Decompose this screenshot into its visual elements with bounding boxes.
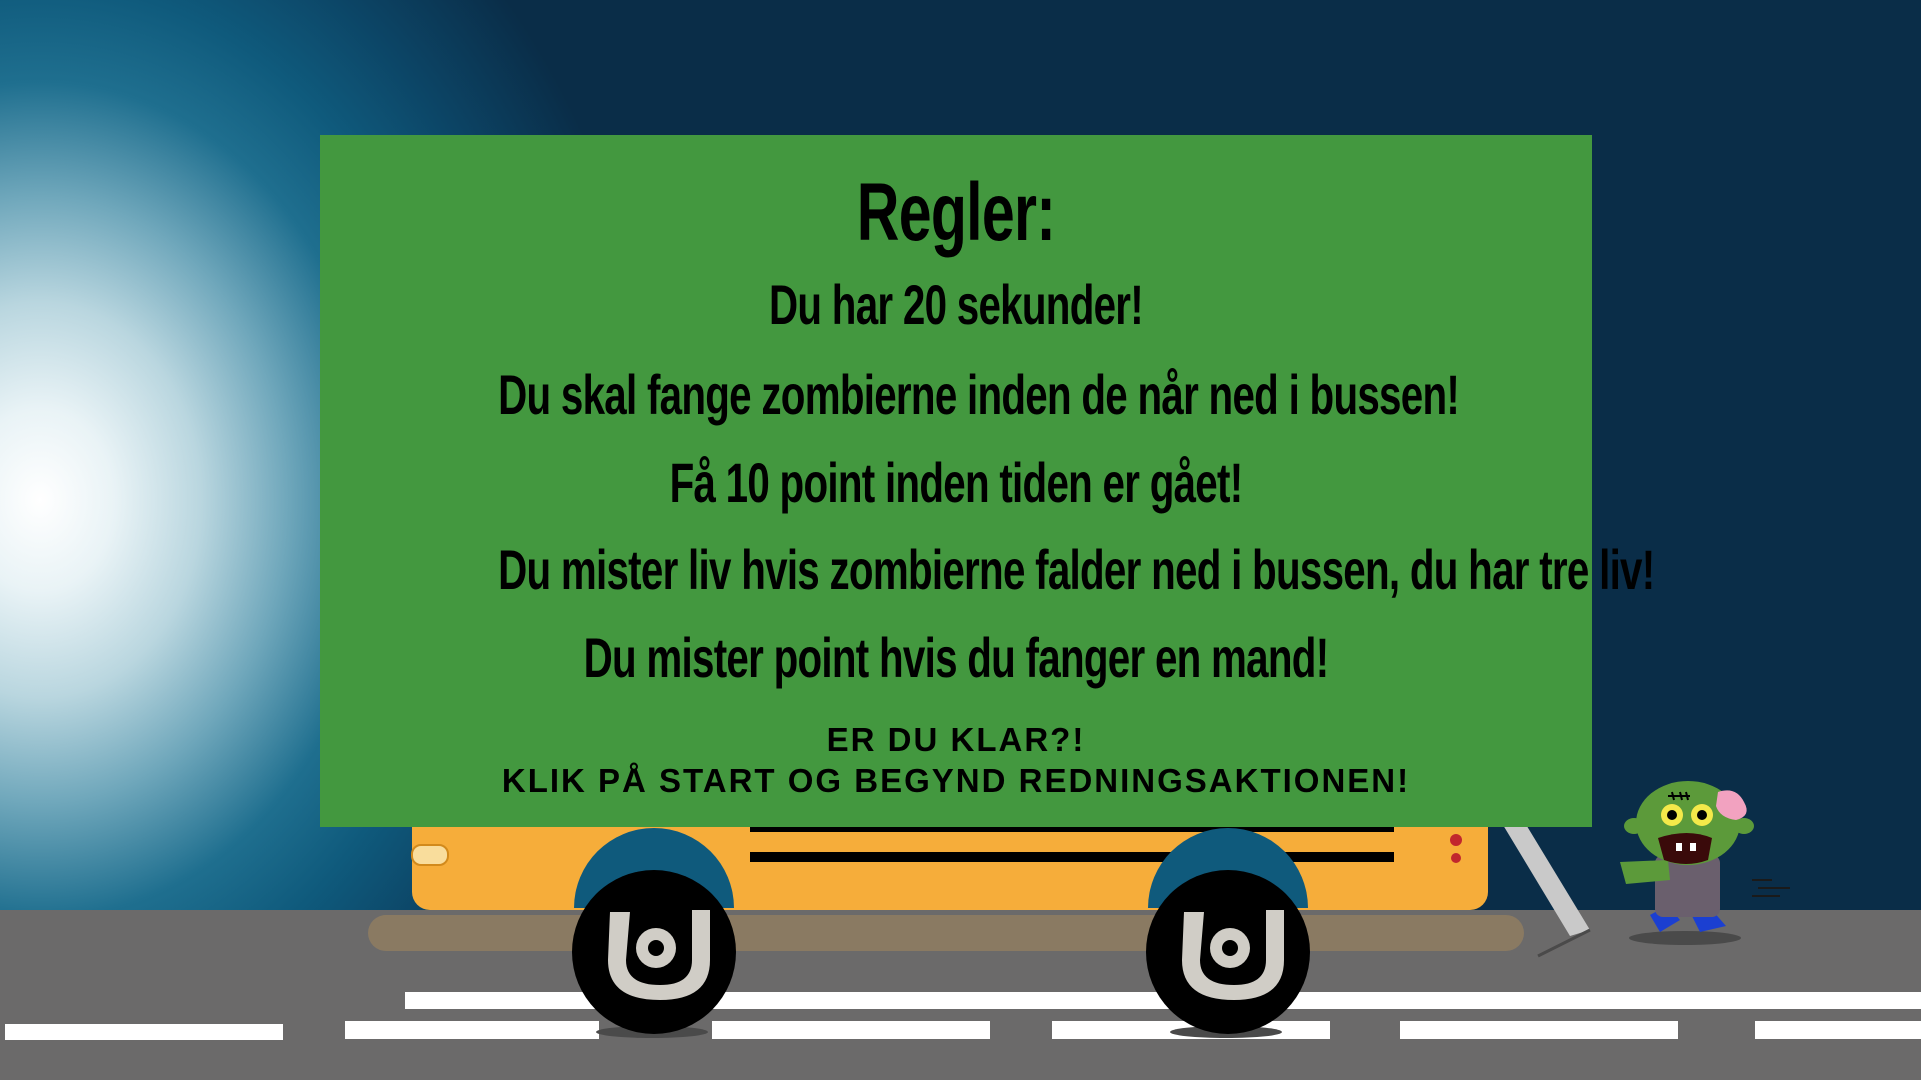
- rule-score-goal: Få 10 point inden tiden er gået!: [669, 451, 1244, 514]
- rule-catch-zombies: Du skal fange zombierne inden de når ned…: [498, 363, 1460, 426]
- bus-chassis: [368, 915, 1524, 951]
- start-instruction: KLIK PÅ START OG BEGYND REDNINGSAKTIONEN…: [501, 762, 1411, 799]
- game-stage: Regler: Du har 20 sekunder! Du skal fang…: [0, 0, 1921, 1080]
- bus-rear-light: [1450, 834, 1462, 846]
- ready-prompt: ER DU KLAR?!: [826, 721, 1086, 758]
- rules-title: Regler:: [856, 167, 1056, 258]
- bus-headlight: [411, 844, 449, 866]
- rule-lives: Du mister liv hvis zombierne falder ned …: [498, 538, 1655, 601]
- rule-time-limit: Du har 20 sekunder!: [769, 273, 1144, 336]
- rule-lose-points: Du mister point hvis du fanger en mand!: [583, 626, 1330, 689]
- rules-panel: Regler: Du har 20 sekunder! Du skal fang…: [320, 135, 1655, 827]
